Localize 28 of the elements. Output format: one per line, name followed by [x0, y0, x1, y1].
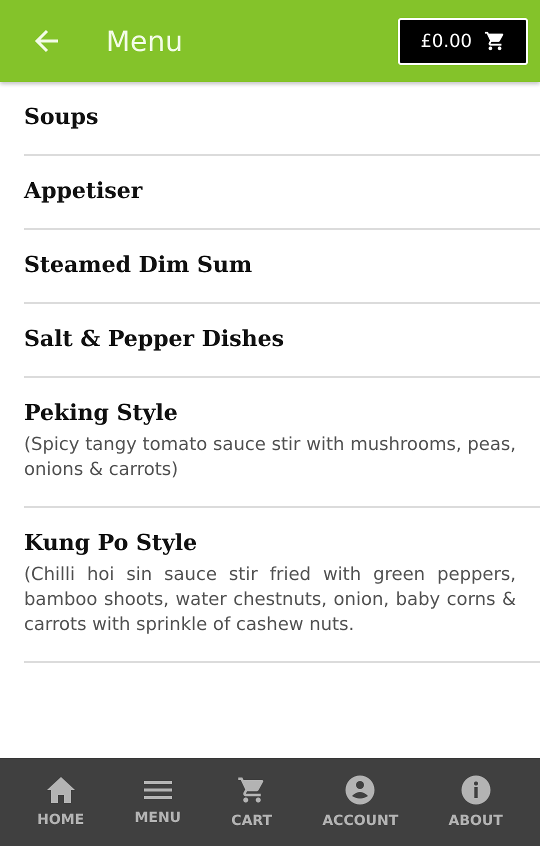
nav-tab[interactable]: MENU [130, 774, 186, 830]
category-name: Salt & Pepper Dishes [24, 326, 286, 352]
info-icon [460, 775, 491, 805]
category-name: Steamed Dim Sum [24, 252, 254, 278]
cart-icon [484, 30, 506, 52]
nav-tab[interactable]: ABOUT [444, 771, 507, 833]
category-row[interactable]: Salt & Pepper Dishes [24, 304, 540, 378]
category-name: Soups [24, 104, 100, 130]
category-row[interactable]: Steamed Dim Sum [24, 230, 540, 304]
category-name: Peking Style [24, 400, 179, 426]
category-row[interactable]: Soups [24, 82, 540, 156]
category-description: (Spicy tangy tomato sauce stir with mushrooms, peas, onions & carrots) [24, 433, 516, 482]
cart-total-button[interactable]: £0.00 [398, 18, 528, 64]
page-title: Menu [106, 24, 184, 58]
home-icon [46, 776, 76, 804]
category-name: Appetiser [24, 178, 144, 204]
nav-tab[interactable]: HOME [33, 772, 88, 832]
nav-tab[interactable]: CART [227, 771, 276, 833]
category-row[interactable]: Appetiser [24, 156, 540, 230]
menu-icon [142, 778, 173, 802]
category-row[interactable]: Kung Po Style (Chilli hoi sin sauce stir fried with green peppers, bamboo shoots, water chestnuts, onion, baby corns & carrots with sprinkle of cashew nuts. [24, 508, 540, 663]
account-icon [345, 775, 376, 805]
back-button[interactable] [34, 29, 60, 53]
category-row[interactable]: Peking Style (Spicy tangy tomato sauce stir with mushrooms, peas, onions & carrots) [24, 378, 540, 508]
category-name: Kung Po Style [24, 530, 198, 556]
category-description: (Chilli hoi sin sauce stir fried with green peppers, bamboo shoots, water chestnuts, onion, baby corns & carrots with sprinkle of cashew nuts. [24, 563, 516, 637]
nav-tab[interactable]: ACCOUNT [318, 771, 402, 833]
back-arrow-icon [34, 29, 60, 53]
